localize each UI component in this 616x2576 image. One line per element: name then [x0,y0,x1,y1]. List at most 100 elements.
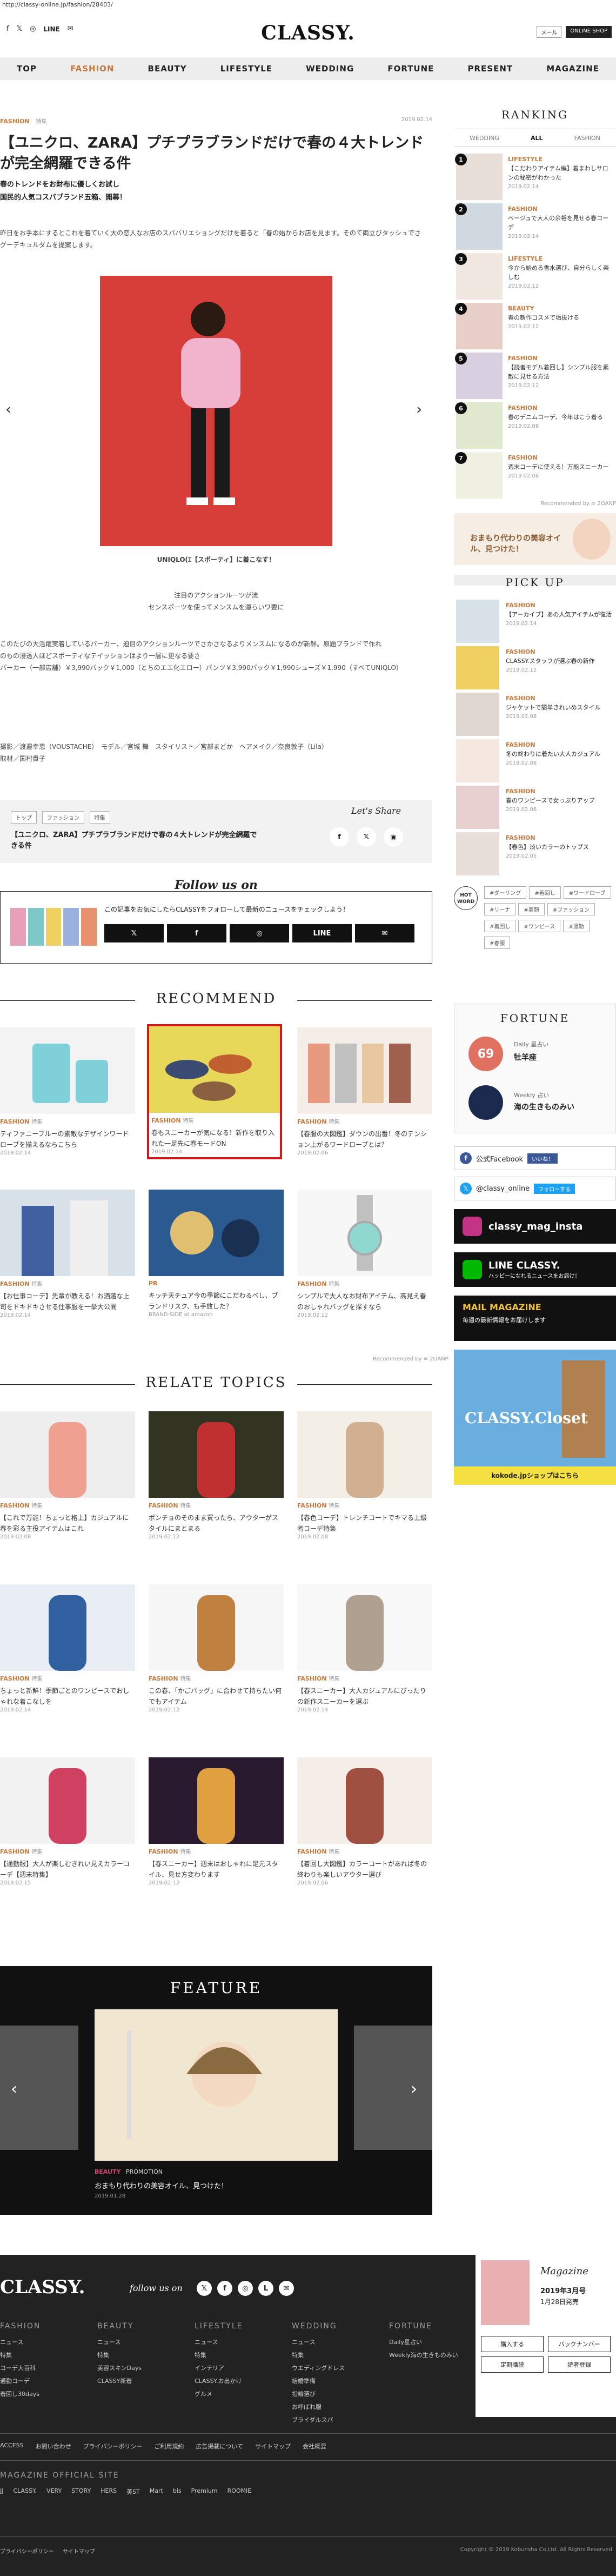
fortune-weekly-text[interactable]: 海の生きものみい [514,1101,574,1112]
recommend-card[interactable]: FASHION 特集 ティファニーブルーの素敵なデザインワードローブを揃えるなら… [0,1027,135,1156]
feature-text[interactable]: おまもり代わりの美容オイル、見つけた！ [95,2180,228,2190]
footer-link[interactable]: Weekly海の生きものみい [389,2349,458,2362]
card-title[interactable]: 春もスニーカーが気になる！新作を取り入れた一足先に春モードON [149,1127,280,1149]
card-title[interactable]: この春、「かごバッグ」に合わせて持ちたい何でもアイテム [149,1685,284,1707]
ranking-category[interactable]: FASHION [508,453,614,462]
card-category[interactable]: FASHION [149,1848,178,1855]
card-category[interactable]: FASHION [297,1502,327,1509]
footer-link[interactable]: 指輪選び [292,2388,345,2401]
card-category[interactable]: PR [149,1280,158,1287]
pickup-category[interactable]: FASHION [506,601,614,610]
shop-banner[interactable]: CLASSY.Closet kokode.jpショップはこちら [454,1350,616,1485]
magazine-cover[interactable] [481,2260,530,2325]
nav-top[interactable]: TOP [17,64,37,74]
pickup-item[interactable]: FASHION 【春色】淡いカラーのトップス 2019.02.05 [454,832,616,878]
footer-link[interactable]: 着回し30days [0,2388,41,2401]
hotword-tag[interactable]: #着回し [529,886,561,899]
footer-link[interactable]: ACCESS [0,2442,24,2451]
ranking-title-text[interactable]: 週末コーデに使える！万能スニーカー [508,462,614,472]
nav-present[interactable]: PRESENT [467,64,513,74]
ranking-category[interactable]: BEAUTY [508,304,614,313]
card-category[interactable]: FASHION [297,1118,327,1125]
footer-logo[interactable]: CLASSY. [0,2276,85,2298]
hotword-tag[interactable]: #ダーリング [484,886,527,899]
mail-icon[interactable]: ✉ [68,25,73,33]
tag-fashion[interactable]: ファッション [42,811,84,824]
ranking-title-text[interactable]: 【読者モデル着回し】シンプル服を素敵に見せる方法 [508,363,614,381]
other-site-link[interactable]: JJ [0,2487,4,2496]
ranking-category[interactable]: FASHION [508,204,614,214]
ranking-category[interactable]: LIFESTYLE [508,254,614,263]
nav-lifestyle[interactable]: LIFESTYLE [220,64,272,74]
relate-card[interactable]: FASHION 特集 【これで万能！ちょっと格上】カジュアルに春を彩る主役アイテ… [0,1411,135,1540]
tag-top[interactable]: トップ [11,811,37,824]
recommend-card-highlighted[interactable]: FASHION 特集 春もスニーカーが気になる！新作を取り入れた一足先に春モード… [147,1024,282,1159]
card-category[interactable]: FASHION [0,1502,30,1509]
card-title[interactable]: 【着回し大図鑑】カラーコートがあれば冬の終わりも楽しいアウター選び [297,1858,432,1880]
card-category[interactable]: FASHION [297,1280,327,1287]
card-category[interactable]: FASHION [149,1675,178,1682]
footer-column-heading[interactable]: WEDDING [292,2320,345,2333]
footer-link[interactable]: お呼ばれ服 [292,2401,345,2414]
other-site-link[interactable]: STORY [71,2487,91,2496]
instagram-icon[interactable]: ◎ [30,25,36,33]
other-site-link[interactable]: Premium [191,2487,218,2496]
footer-line-icon[interactable]: L [258,2281,273,2296]
ranking-item[interactable]: 4 BEAUTY 春の新作コスメで垢抜ける 2019.02.12 [454,303,616,351]
sidebar-ad[interactable]: おまもり代わりの美容オイル、見つけた！ [454,513,616,565]
pickup-title-text[interactable]: 春のワンピースで女っぷりアップ [506,796,614,805]
relate-card[interactable]: FASHION 特集 【着回し大図鑑】カラーコートがあれば冬の終わりも楽しいアウ… [297,1757,432,1886]
feature-image[interactable] [95,2009,338,2161]
other-site-link[interactable]: bis [173,2487,182,2496]
ranking-title-text[interactable]: 春のデニムコーデ、今年はこう着る [508,413,614,422]
footer-instagram-icon[interactable]: ◎ [238,2281,253,2296]
nav-beauty[interactable]: BEAUTY [148,64,187,74]
line-banner[interactable]: LINE CLASSY. ハッピーになれるニュースをお届け！ [454,1252,616,1287]
footer-link[interactable]: CLASSY.お出かけ [195,2375,243,2388]
ranking-tab-wedding[interactable]: WEDDING [470,135,499,142]
ranking-category[interactable]: FASHION [508,403,614,413]
pickup-category[interactable]: FASHION [506,833,614,842]
line-link[interactable]: LINE [43,25,59,33]
relate-card[interactable]: FASHION 特集 ちょっと新鮮！季節ごとのワンピースでおしゃれな着こなしを … [0,1584,135,1713]
footer-sitemap-link[interactable]: サイトマップ [63,2547,95,2555]
facebook-icon[interactable]: f [6,25,9,33]
pickup-item[interactable]: FASHION CLASSY.スタッフが選ぶ春の新作 2019.02.12 [454,646,616,692]
footer-link[interactable]: CLASSY新着 [97,2375,142,2388]
slider-prev-arrow[interactable]: ‹ [5,400,11,418]
follow-line-button[interactable]: LINE [292,924,352,942]
recommend-card[interactable]: PR キッチ天チュア今の季節にこだわるべし、ブランドリスク、も手放した？ BRA… [149,1190,284,1318]
pickup-category[interactable]: FASHION [506,694,614,703]
share-twitter-icon[interactable]: 𝕏 [357,827,376,847]
footer-link[interactable]: グルメ [195,2388,243,2401]
footer-column-heading[interactable]: FORTUNE [389,2320,458,2333]
shop-banner-cta[interactable]: kokode.jpショップはこちら [454,1466,616,1485]
facebook-banner[interactable]: f 公式Facebook いいね！ [454,1146,616,1170]
footer-column-heading[interactable]: LIFESTYLE [195,2320,243,2333]
ranking-item[interactable]: 7 FASHION 週末コーデに使える！万能スニーカー 2019.02.06 [454,452,616,501]
follow-facebook-button[interactable]: f [167,924,226,942]
footer-link[interactable]: ニュース [97,2336,142,2349]
footer-column-heading[interactable]: FASHION [0,2320,41,2333]
card-category[interactable]: FASHION [0,1848,30,1855]
footer-facebook-icon[interactable]: f [217,2281,232,2296]
relate-card[interactable]: FASHION 特集 ポンチョのそのまま買ったら、アウターがスタイルにまとまる … [149,1411,284,1540]
twitter-banner[interactable]: 𝕏 @classy_online フォローする [454,1177,616,1200]
relate-card[interactable]: FASHION 特集 【通勤服】大人が楽しむきれい見えカラーコーデ【週末特集】 … [0,1757,135,1886]
card-title[interactable]: ティファニーブルーの素敵なデザインワードローブを揃えるならこちら [0,1128,135,1150]
follow-twitter-button[interactable]: 𝕏 [104,924,164,942]
other-site-link[interactable]: CLASSY. [14,2487,37,2496]
footer-link[interactable]: ウエディングドレス [292,2362,345,2375]
other-site-link[interactable]: Mart [150,2487,163,2496]
footer-link[interactable]: ニュース [0,2336,41,2349]
card-category[interactable]: FASHION [0,1280,30,1287]
ranking-category[interactable]: FASHION [508,354,614,363]
hotword-tag[interactable]: #着回し [484,920,516,932]
pickup-item[interactable]: FASHION 【アーカイブ】あの人気アイテムが復活 2019.02.14 [454,600,616,645]
hotword-tag[interactable]: #美顔 [518,903,545,915]
nav-magazine[interactable]: MAGAZINE [546,64,599,74]
ranking-tab-all[interactable]: ALL [531,135,543,142]
nav-fortune[interactable]: FORTUNE [387,64,434,74]
ranking-item[interactable]: 3 LIFESTYLE 今から始める香水選び、自分らしく楽しむ 2019.02.12 [454,253,616,302]
card-title[interactable]: 【通勤服】大人が楽しむきれい見えカラーコーデ【週末特集】 [0,1858,135,1880]
